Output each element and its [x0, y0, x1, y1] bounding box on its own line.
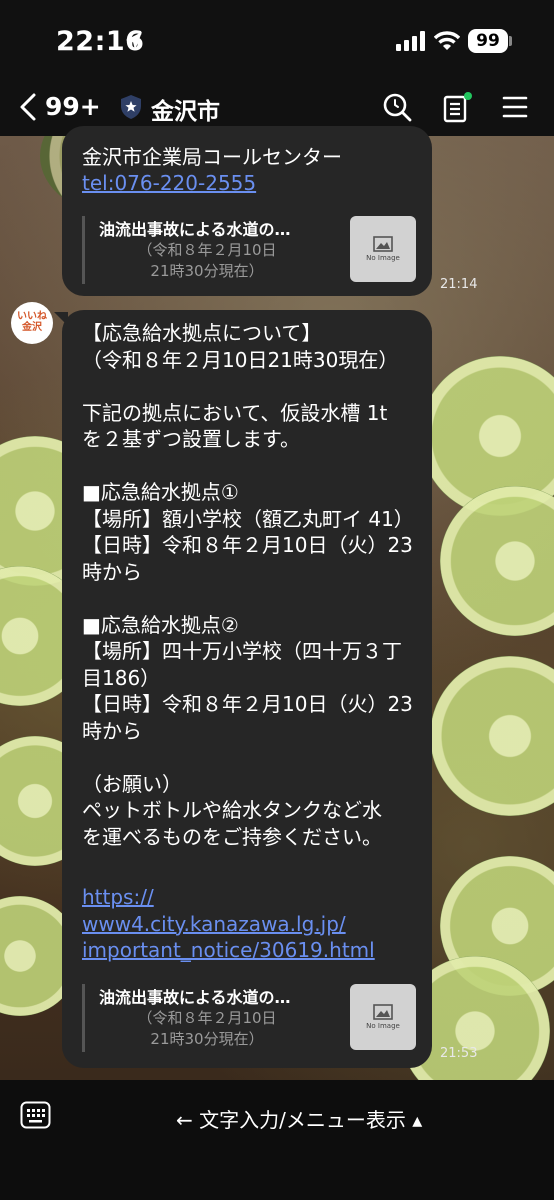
message-bubble[interactable]: 金沢市企業局コールセンター tel:076-220-2555 油流出事故による水… — [62, 126, 432, 296]
location-arrow-icon — [126, 32, 142, 50]
preview-subtitle: （令和８年２月10日 21時30分現在） — [137, 241, 277, 280]
image-icon — [373, 236, 393, 252]
status-bar: 22:16 99 — [0, 0, 554, 80]
message-bubble[interactable]: 【応急給水拠点について】 （令和８年２月10日21時30現在） 下記の拠点におい… — [62, 310, 432, 1068]
text-input-menu-toggle[interactable]: ← 文字入力/メニュー表示 ▴ — [176, 1104, 422, 1133]
avatar-logo-text: いいね 金沢 — [17, 311, 47, 333]
message-link[interactable]: tel:076-220-2555 — [82, 170, 256, 197]
link-preview[interactable]: 油流出事故による水道の… （令和８年２月10日 21時30分現在） No Ima… — [82, 984, 416, 1052]
image-icon — [373, 1004, 393, 1020]
preview-title: 油流出事故による水道の… — [99, 220, 291, 239]
wifi-icon — [434, 31, 460, 50]
no-image-label: No Image — [366, 254, 400, 262]
menu-icon[interactable] — [502, 94, 528, 120]
notes-icon[interactable] — [442, 92, 472, 124]
shield-icon — [121, 95, 141, 119]
preview-thumbnail: No Image — [350, 216, 416, 282]
signal-icon — [396, 31, 425, 51]
preview-title: 油流出事故による水道の… — [99, 988, 291, 1007]
background-slice — [440, 486, 554, 636]
back-chevron-icon[interactable] — [18, 92, 38, 122]
no-image-label: No Image — [366, 1022, 400, 1030]
search-icon[interactable] — [382, 92, 412, 122]
background-slice — [430, 656, 554, 816]
message-time: 21:53 — [440, 1046, 478, 1061]
message-time: 21:14 — [440, 277, 478, 292]
message-text: 【応急給水拠点について】 （令和８年２月10日21時30現在） 下記の拠点におい… — [82, 321, 414, 849]
preview-subtitle: （令和８年２月10日 21時30分現在） — [137, 1009, 277, 1048]
link-preview[interactable]: 油流出事故による水道の… （令和８年２月10日 21時30分現在） No Ima… — [82, 216, 416, 284]
message-text: 金沢市企業局コールセンター — [82, 145, 342, 169]
battery-indicator: 99 — [468, 29, 508, 53]
unread-count[interactable]: 99+ — [45, 92, 101, 121]
avatar[interactable]: いいね 金沢 — [11, 302, 53, 344]
preview-thumbnail: No Image — [350, 984, 416, 1050]
bottom-bar: ← 文字入力/メニュー表示 ▴ — [0, 1080, 554, 1200]
battery-tip — [509, 36, 512, 46]
chat-title: 金沢市 — [151, 99, 220, 125]
message-link[interactable]: https:// www4.city.kanazawa.lg.jp/ impor… — [82, 884, 375, 964]
keyboard-icon[interactable] — [20, 1101, 51, 1129]
